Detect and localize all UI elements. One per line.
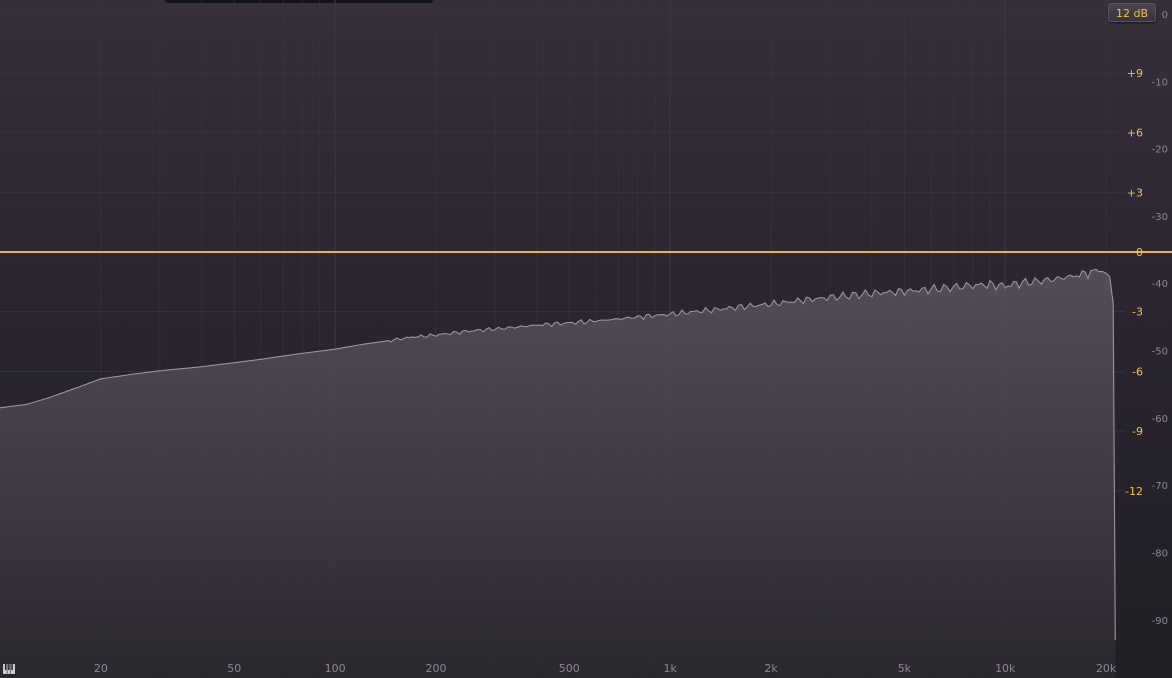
gain-tick-label: +6 [1127, 127, 1143, 140]
gain-tick-label: +9 [1127, 67, 1143, 80]
spectrum-display[interactable]: +9 +6 +3 0 -3 -6 -9 -12 0 -10 -20 -30 -40 -50 -60 -70 -8… [0, 0, 1172, 678]
freq-tick-label: 1k [663, 662, 677, 675]
gain-tick-label: -12 [1125, 485, 1143, 498]
spectrum-curve-group [0, 268, 1116, 678]
freq-tick-label: 50 [227, 662, 241, 675]
spectrum-analyzer-window: +9 +6 +3 0 -3 -6 -9 -12 0 -10 -20 -30 -40 -50 -60 -70 -8… [0, 0, 1172, 678]
gain-tick-label: -9 [1132, 425, 1143, 438]
gain-tick-label: -3 [1132, 306, 1143, 319]
level-tick-label: -90 [1152, 616, 1168, 627]
freq-tick-label: 20k [1096, 662, 1117, 675]
db-range-button[interactable]: 12 dB [1108, 3, 1156, 22]
level-tick-label: -60 [1152, 414, 1168, 425]
level-tick-label: -20 [1152, 145, 1168, 156]
level-tick-label: -50 [1152, 347, 1168, 358]
gain-tick-label: -6 [1132, 365, 1143, 378]
gain-tick-label: 0 [1136, 246, 1143, 259]
level-tick-label: -70 [1152, 481, 1168, 492]
spectrum-area [0, 269, 1116, 678]
freq-tick-label: 200 [425, 662, 446, 675]
gain-tick-label: +3 [1127, 186, 1143, 199]
freq-tick-label: 2k [764, 662, 778, 675]
freq-tick-label: 20 [94, 662, 108, 675]
freq-tick-label: 5k [898, 662, 912, 675]
level-tick-label: -40 [1152, 279, 1168, 290]
freq-tick-label: 500 [559, 662, 580, 675]
level-tick-label: -80 [1152, 548, 1168, 559]
piano-keyboard-icon[interactable] [3, 664, 15, 674]
freq-tick-label: 10k [995, 662, 1016, 675]
level-tick-label: -30 [1152, 212, 1168, 223]
freq-tick-label: 100 [325, 662, 346, 675]
level-tick-label: 0 [1162, 10, 1168, 21]
level-tick-label: -10 [1152, 77, 1168, 88]
